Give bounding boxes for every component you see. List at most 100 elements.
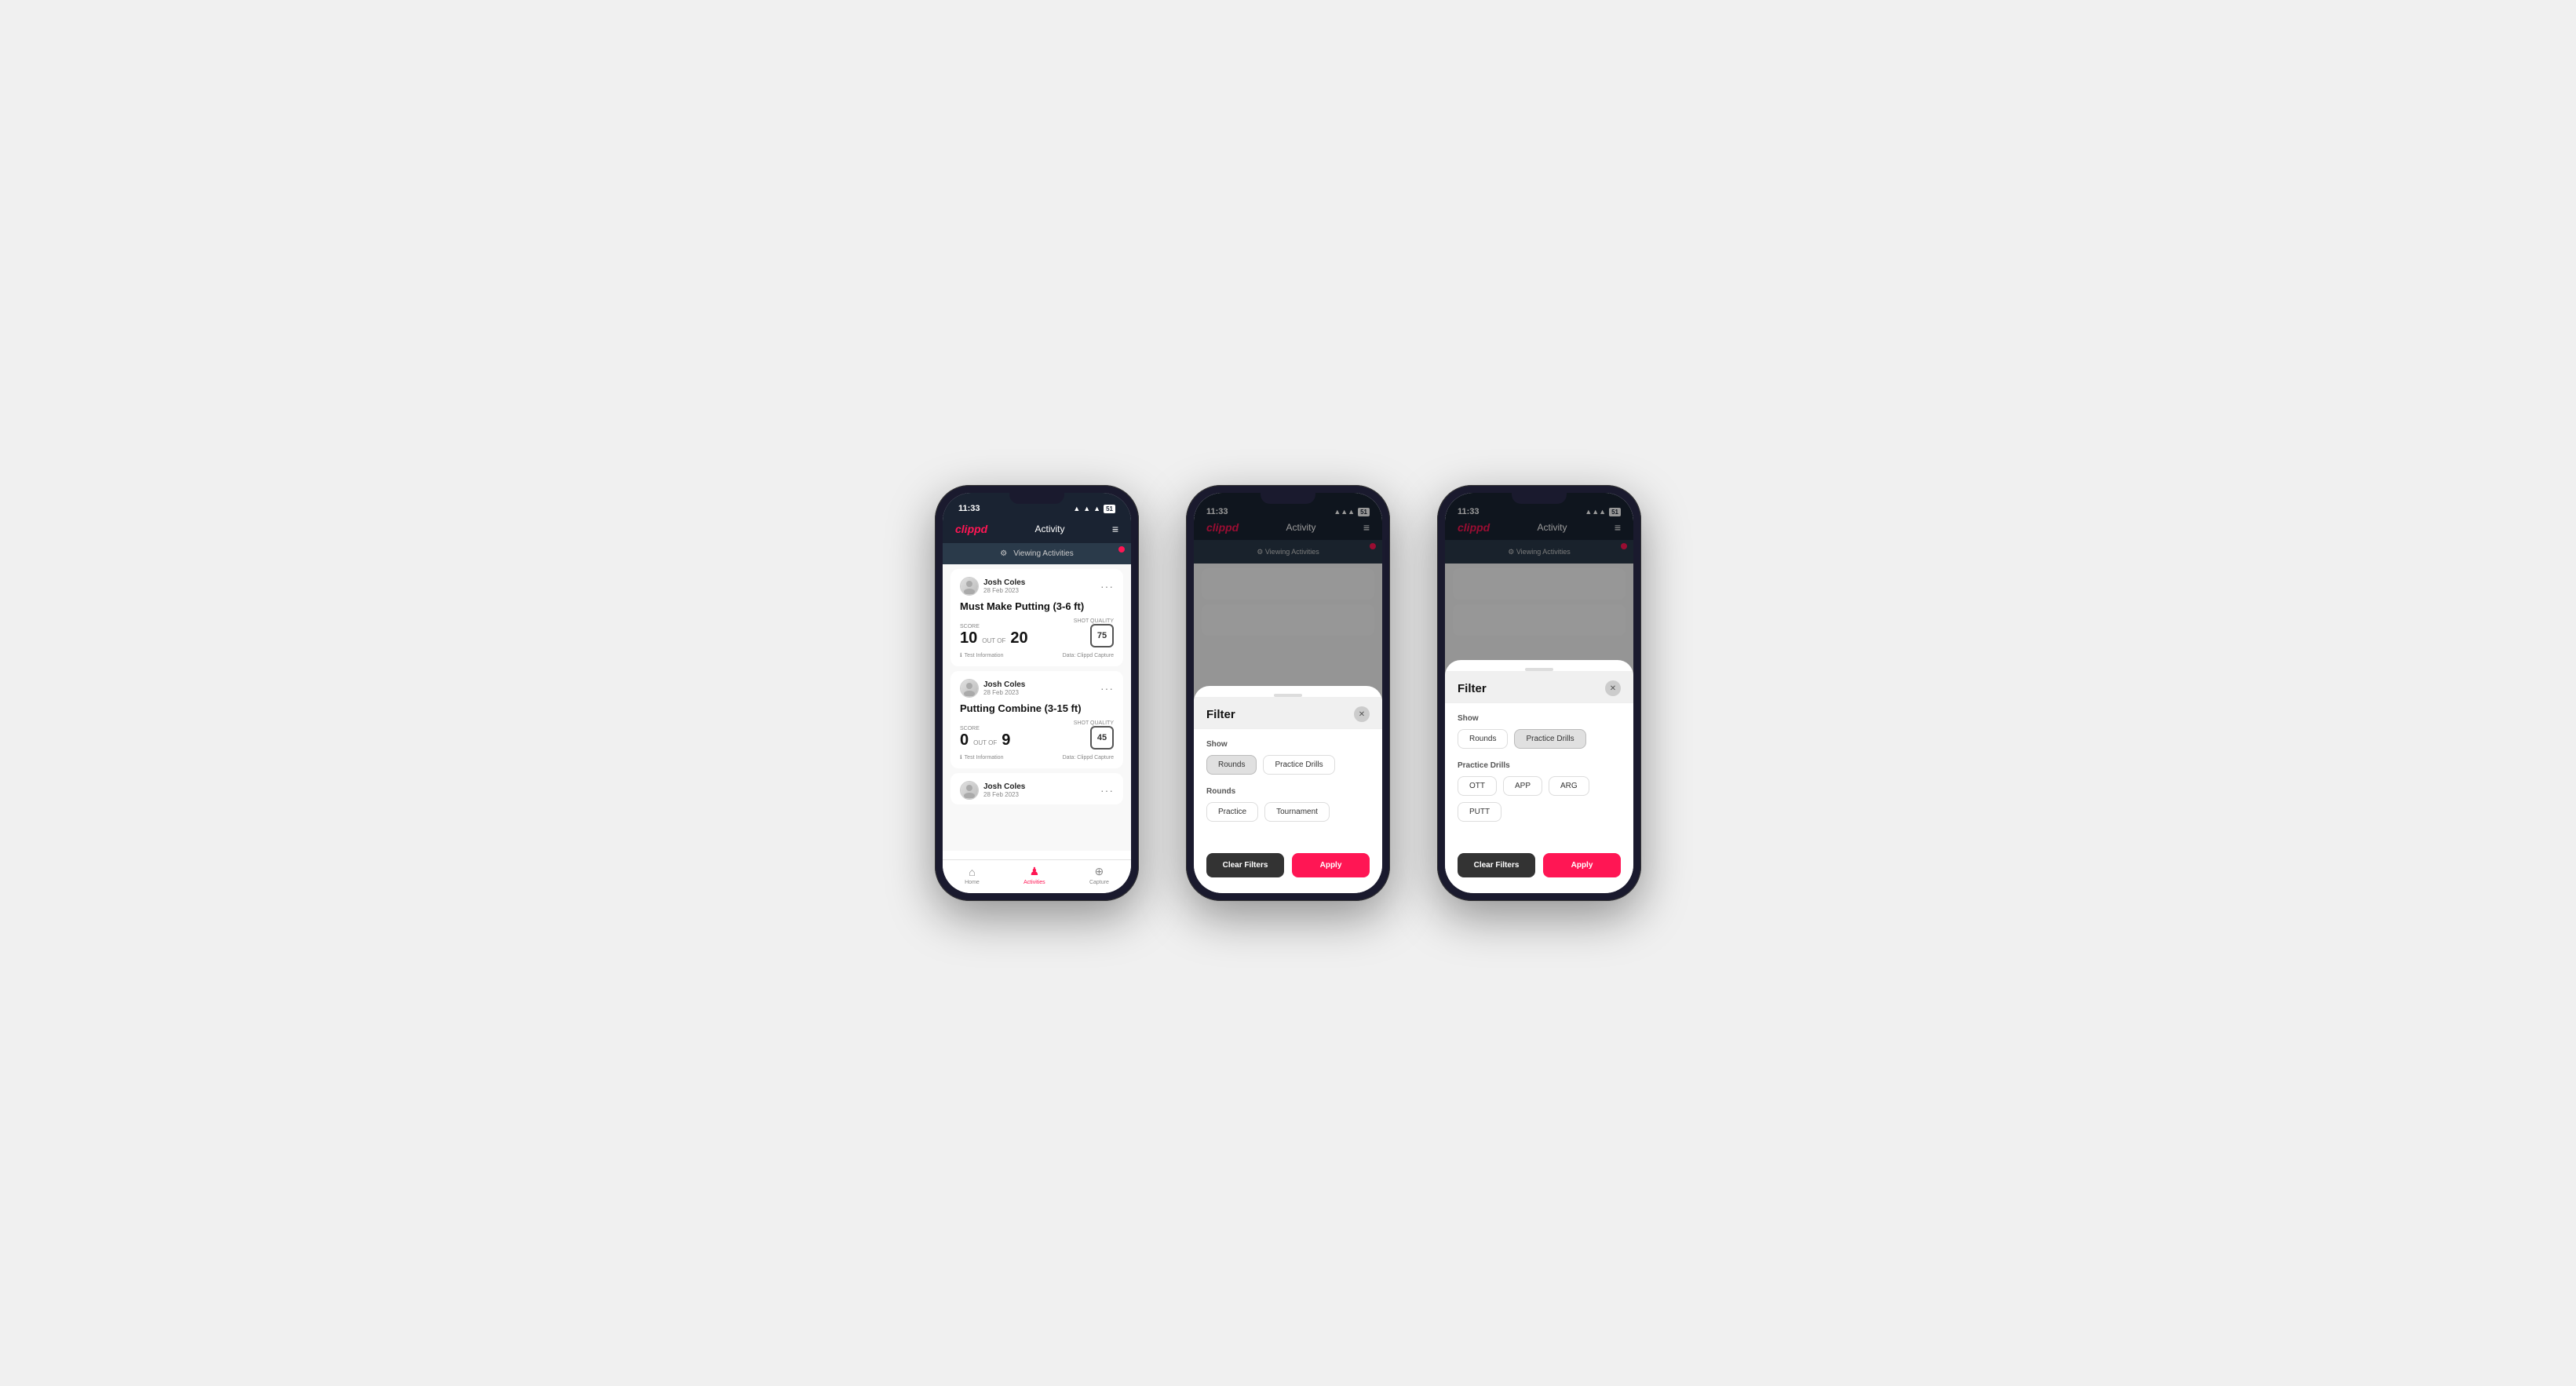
user-name: Josh Coles xyxy=(983,680,1025,689)
status-icons: ▲ ▲ ▲ 51 xyxy=(1073,505,1115,513)
practice-btn[interactable]: Practice xyxy=(1206,802,1258,822)
filter-title: Filter xyxy=(1206,708,1235,721)
app-btn[interactable]: APP xyxy=(1503,776,1542,796)
apply-button[interactable]: Apply xyxy=(1543,853,1621,877)
phone-notch xyxy=(1512,493,1567,504)
viewing-label: Viewing Activities xyxy=(1013,549,1074,558)
show-label: Show xyxy=(1206,740,1370,749)
user-info: Josh Coles 28 Feb 2023 xyxy=(960,781,1025,800)
user-date: 28 Feb 2023 xyxy=(983,791,1025,798)
nav-activities[interactable]: ♟ Activities xyxy=(1023,865,1045,885)
filter-sheet: Filter ✕ Show Rounds Practice Drills Pra… xyxy=(1445,660,1633,893)
activity-card[interactable]: Josh Coles 28 Feb 2023 ··· xyxy=(950,773,1123,804)
sheet-footer: Clear Filters Apply xyxy=(1194,853,1382,877)
avatar xyxy=(960,781,979,800)
card-header: Josh Coles 28 Feb 2023 ··· xyxy=(960,679,1114,698)
phone-screen: 11:33 ▲▲▲ 51 clippd Activity ≡ ⚙ Vie xyxy=(1445,493,1633,893)
arg-btn[interactable]: ARG xyxy=(1549,776,1589,796)
user-info: Josh Coles 28 Feb 2023 xyxy=(960,577,1025,596)
more-icon[interactable]: ··· xyxy=(1100,682,1114,695)
notification-dot xyxy=(1118,546,1125,553)
out-of: OUT OF xyxy=(973,739,997,746)
filter-title: Filter xyxy=(1458,682,1487,695)
drills-buttons: OTT APP ARG PUTT xyxy=(1458,776,1621,822)
practice-drills-filter-btn[interactable]: Practice Drills xyxy=(1263,755,1334,775)
nav-home-label: Home xyxy=(965,880,980,885)
more-icon[interactable]: ··· xyxy=(1100,784,1114,797)
user-name: Josh Coles xyxy=(983,578,1025,587)
shots-value: 9 xyxy=(1002,731,1010,750)
viewing-banner[interactable]: ⚙ Viewing Activities xyxy=(943,543,1131,564)
show-label: Show xyxy=(1458,714,1621,723)
nav-activities-label: Activities xyxy=(1023,880,1045,885)
capture-icon: ⊕ xyxy=(1095,865,1104,878)
sheet-header: Filter ✕ xyxy=(1194,697,1382,729)
rounds-filter-btn[interactable]: Rounds xyxy=(1458,729,1508,749)
tournament-btn[interactable]: Tournament xyxy=(1264,802,1330,822)
scroll-content: Josh Coles 28 Feb 2023 ··· Must Make Put… xyxy=(943,564,1131,851)
score-value: 0 xyxy=(960,731,969,750)
clear-filters-button[interactable]: Clear Filters xyxy=(1458,853,1535,877)
show-buttons: Rounds Practice Drills xyxy=(1206,755,1370,775)
shot-quality-label: Shot Quality xyxy=(1074,720,1114,726)
nav-capture[interactable]: ⊕ Capture xyxy=(1089,865,1109,885)
activity-card[interactable]: Josh Coles 28 Feb 2023 ··· Must Make Put… xyxy=(950,569,1123,666)
card-header: Josh Coles 28 Feb 2023 ··· xyxy=(960,781,1114,800)
header-title: Activity xyxy=(1035,523,1065,534)
activity-card[interactable]: Josh Coles 28 Feb 2023 ··· Putting Combi… xyxy=(950,671,1123,768)
clear-filters-button[interactable]: Clear Filters xyxy=(1206,853,1284,877)
activity-title: Must Make Putting (3-6 ft) xyxy=(960,600,1114,612)
close-button[interactable]: ✕ xyxy=(1605,680,1621,696)
user-name: Josh Coles xyxy=(983,782,1025,791)
practice-drills-section-label: Practice Drills xyxy=(1458,761,1621,770)
phone-notch xyxy=(1261,493,1315,504)
nav-home[interactable]: ⌂ Home xyxy=(965,866,980,885)
user-info: Josh Coles 28 Feb 2023 xyxy=(960,679,1025,698)
menu-icon[interactable]: ≡ xyxy=(1112,523,1118,535)
rounds-buttons: Practice Tournament xyxy=(1206,802,1370,822)
activity-title: Putting Combine (3-15 ft) xyxy=(960,702,1114,714)
apply-button[interactable]: Apply xyxy=(1292,853,1370,877)
sheet-body: Show Rounds Practice Drills Rounds Pract… xyxy=(1194,729,1382,845)
data-label: Data: Clippd Capture xyxy=(1063,653,1114,658)
more-icon[interactable]: ··· xyxy=(1100,580,1114,593)
avatar xyxy=(960,577,979,596)
user-date: 28 Feb 2023 xyxy=(983,689,1025,696)
activities-icon: ♟ xyxy=(1030,865,1040,878)
show-buttons: Rounds Practice Drills xyxy=(1458,729,1621,749)
status-time: 11:33 xyxy=(958,504,980,513)
phone-filter-drills: 11:33 ▲▲▲ 51 clippd Activity ≡ ⚙ Vie xyxy=(1437,485,1641,901)
bottom-nav: ⌂ Home ♟ Activities ⊕ Capture xyxy=(943,859,1131,893)
close-button[interactable]: ✕ xyxy=(1354,706,1370,722)
sheet-header: Filter ✕ xyxy=(1445,671,1633,703)
test-info: ℹ Test Information xyxy=(960,754,1003,760)
card-footer: ℹ Test Information Data: Clippd Capture xyxy=(960,652,1114,658)
nav-capture-label: Capture xyxy=(1089,880,1109,885)
sheet-body: Show Rounds Practice Drills Practice Dri… xyxy=(1445,703,1633,845)
practice-drills-filter-btn[interactable]: Practice Drills xyxy=(1514,729,1585,749)
home-icon: ⌂ xyxy=(969,866,975,878)
phone-screen: 11:33 ▲▲▲ 51 clippd Activity ≡ ⚙ Vie xyxy=(1194,493,1382,893)
user-date: 28 Feb 2023 xyxy=(983,587,1025,594)
filter-sheet: Filter ✕ Show Rounds Practice Drills Rou… xyxy=(1194,686,1382,893)
app-logo: clippd xyxy=(955,523,987,535)
avatar xyxy=(960,679,979,698)
rounds-filter-btn[interactable]: Rounds xyxy=(1206,755,1257,775)
score-value: 10 xyxy=(960,629,977,647)
phone-filter-rounds: 11:33 ▲▲▲ 51 clippd Activity ≡ ⚙ Vie xyxy=(1186,485,1390,901)
score-label: Score xyxy=(960,726,1010,731)
card-header: Josh Coles 28 Feb 2023 ··· xyxy=(960,577,1114,596)
sheet-footer: Clear Filters Apply xyxy=(1445,853,1633,877)
phone-notch xyxy=(1009,493,1064,504)
ott-btn[interactable]: OTT xyxy=(1458,776,1497,796)
app-header: clippd Activity ≡ xyxy=(943,518,1131,543)
shot-quality-label: Shot Quality xyxy=(1074,618,1114,624)
putt-btn[interactable]: PUTT xyxy=(1458,802,1501,822)
rounds-label: Rounds xyxy=(1206,787,1370,796)
phone-screen: 11:33 ▲ ▲ ▲ 51 clippd Activity ≡ ⚙ Viewi… xyxy=(943,493,1131,893)
shots-value: 20 xyxy=(1010,629,1027,647)
scene: 11:33 ▲ ▲ ▲ 51 clippd Activity ≡ ⚙ Viewi… xyxy=(888,438,1688,948)
card-footer: ℹ Test Information Data: Clippd Capture xyxy=(960,754,1114,760)
data-label: Data: Clippd Capture xyxy=(1063,755,1114,760)
shot-quality-badge: 45 xyxy=(1090,726,1114,750)
